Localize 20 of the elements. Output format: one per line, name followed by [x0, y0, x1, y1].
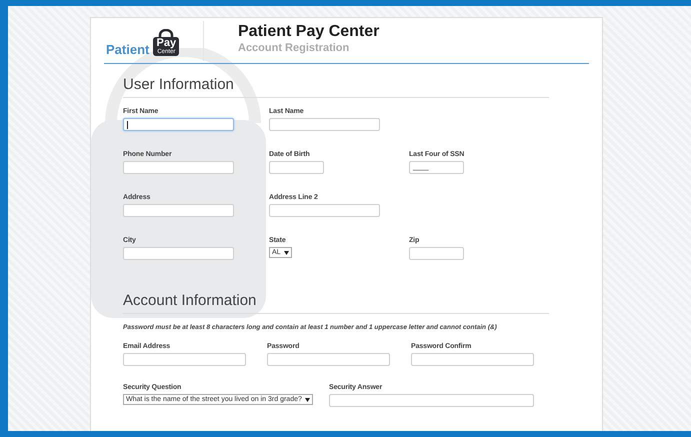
dropdown-arrow-icon [284, 250, 289, 254]
text-input-field[interactable] [269, 161, 324, 174]
text-input-field[interactable] [123, 247, 234, 260]
text-input-field[interactable] [269, 118, 380, 131]
dropdown-arrow-icon [304, 398, 310, 402]
text-input-field[interactable] [123, 204, 234, 217]
section-heading: Account Information [123, 280, 549, 314]
text-input-field[interactable] [409, 247, 464, 260]
page-title: Patient Pay Center [238, 23, 380, 41]
text-input-field[interactable] [411, 353, 534, 366]
text-input-field[interactable] [123, 353, 246, 366]
text-input-field[interactable] [329, 394, 534, 407]
text-cursor [127, 120, 128, 128]
text-input-field[interactable] [123, 161, 234, 174]
text-input-field[interactable] [267, 353, 390, 366]
section-heading: User Information [123, 64, 549, 98]
logo-word: Patient [106, 42, 150, 56]
text-input-field[interactable] [269, 204, 380, 217]
page-subtitle: Account Registration [238, 42, 350, 54]
text-input-field[interactable] [123, 118, 234, 131]
